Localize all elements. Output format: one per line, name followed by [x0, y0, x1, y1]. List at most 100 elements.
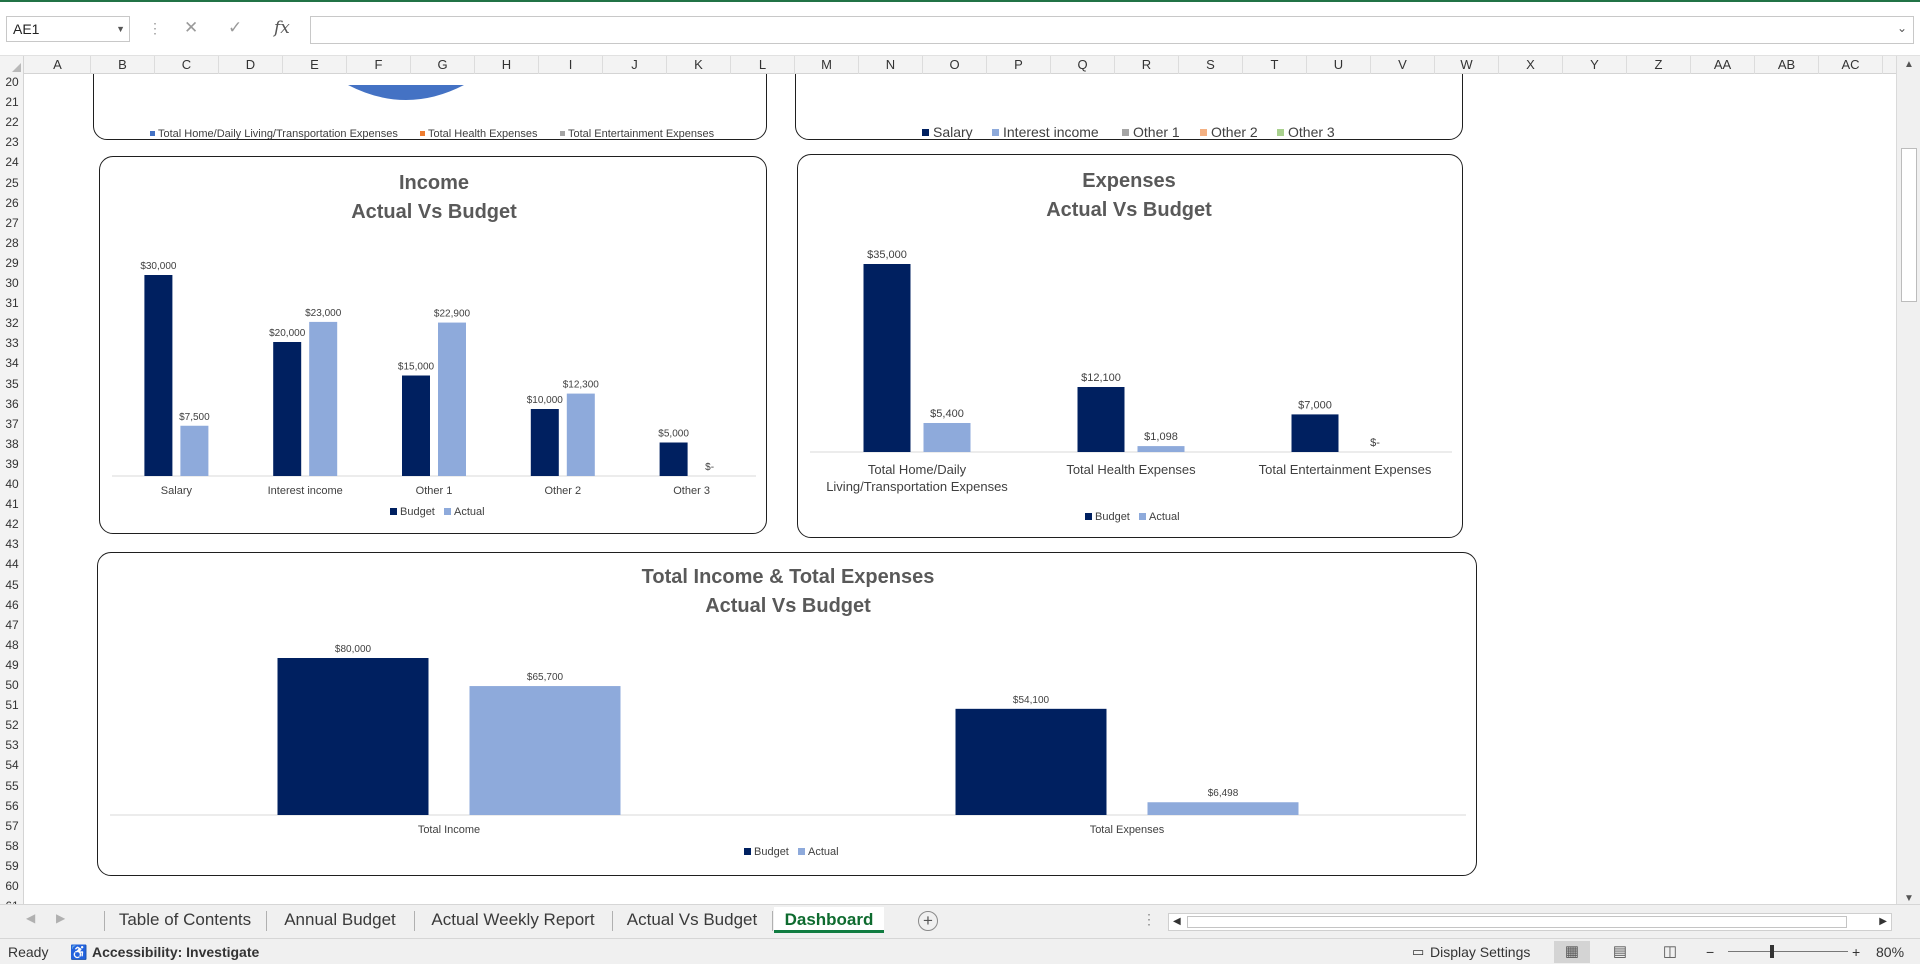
column-header-aa[interactable]: AA: [1691, 56, 1755, 74]
row-header-28[interactable]: 28: [0, 233, 23, 253]
tab-table-of-contents[interactable]: Table of Contents: [108, 907, 262, 933]
column-header-ac[interactable]: AC: [1819, 56, 1883, 74]
normal-view-icon[interactable]: ▦: [1554, 941, 1590, 963]
column-header-i[interactable]: I: [539, 56, 603, 74]
column-header-j[interactable]: J: [603, 56, 667, 74]
horizontal-scroll-thumb[interactable]: [1187, 916, 1847, 928]
column-header-l[interactable]: L: [731, 56, 795, 74]
column-header-w[interactable]: W: [1435, 56, 1499, 74]
more-options-icon[interactable]: ⋮: [148, 20, 162, 37]
scroll-left-icon[interactable]: ◀: [1173, 914, 1181, 930]
display-settings-icon[interactable]: ▭: [1412, 943, 1424, 961]
column-header-m[interactable]: M: [795, 56, 859, 74]
row-header-22[interactable]: 22: [0, 112, 23, 132]
column-header-y[interactable]: Y: [1563, 56, 1627, 74]
chevron-down-icon[interactable]: ▼: [116, 17, 125, 41]
row-header-60[interactable]: 60: [0, 876, 23, 896]
column-header-s[interactable]: S: [1179, 56, 1243, 74]
row-header-48[interactable]: 48: [0, 635, 23, 655]
expense-pie-chart[interactable]: Total Home/Daily Living/Transportation E…: [93, 74, 767, 140]
select-all-button[interactable]: [0, 56, 24, 74]
expand-formula-bar-icon[interactable]: ⌄: [1897, 21, 1907, 35]
column-header-e[interactable]: E: [283, 56, 347, 74]
row-header-41[interactable]: 41: [0, 494, 23, 514]
row-header-27[interactable]: 27: [0, 213, 23, 233]
row-header-51[interactable]: 51: [0, 695, 23, 715]
row-header-25[interactable]: 25: [0, 173, 23, 193]
row-header-53[interactable]: 53: [0, 735, 23, 755]
tab-dashboard[interactable]: Dashboard: [774, 907, 884, 933]
column-header-x[interactable]: X: [1499, 56, 1563, 74]
row-header-29[interactable]: 29: [0, 253, 23, 273]
row-header-38[interactable]: 38: [0, 434, 23, 454]
row-header-40[interactable]: 40: [0, 474, 23, 494]
row-header-56[interactable]: 56: [0, 796, 23, 816]
row-header-49[interactable]: 49: [0, 655, 23, 675]
row-header-42[interactable]: 42: [0, 514, 23, 534]
insert-function-icon[interactable]: fx: [274, 18, 290, 38]
row-header-59[interactable]: 59: [0, 856, 23, 876]
tab-annual-budget[interactable]: Annual Budget: [270, 907, 410, 933]
accessibility-status[interactable]: Accessibility: Investigate: [92, 943, 259, 961]
row-header-46[interactable]: 46: [0, 595, 23, 615]
zoom-in-icon[interactable]: +: [1852, 943, 1860, 961]
add-sheet-icon[interactable]: +: [918, 911, 938, 931]
zoom-out-icon[interactable]: −: [1706, 943, 1714, 961]
column-header-r[interactable]: R: [1115, 56, 1179, 74]
column-header-v[interactable]: V: [1371, 56, 1435, 74]
row-header-57[interactable]: 57: [0, 816, 23, 836]
tab-splitter-icon[interactable]: ⋮: [1142, 911, 1156, 928]
row-header-52[interactable]: 52: [0, 715, 23, 735]
zoom-level[interactable]: 80%: [1876, 943, 1904, 961]
row-header-61[interactable]: 61: [0, 896, 23, 904]
scroll-right-icon[interactable]: ▶: [1879, 914, 1887, 930]
column-header-o[interactable]: O: [923, 56, 987, 74]
scroll-tabs-right-icon[interactable]: ▶: [56, 911, 65, 925]
row-header-34[interactable]: 34: [0, 353, 23, 373]
column-header-u[interactable]: U: [1307, 56, 1371, 74]
row-header-26[interactable]: 26: [0, 193, 23, 213]
income-pie-chart[interactable]: Salary Interest income Other 1 Other 2 Other…: [795, 74, 1463, 140]
row-header-32[interactable]: 32: [0, 313, 23, 333]
column-header-d[interactable]: D: [219, 56, 283, 74]
row-header-33[interactable]: 33: [0, 333, 23, 353]
page-layout-view-icon[interactable]: ▤: [1602, 941, 1638, 963]
column-header-h[interactable]: H: [475, 56, 539, 74]
enter-icon[interactable]: ✓: [228, 18, 242, 38]
column-header-b[interactable]: B: [91, 56, 155, 74]
row-header-31[interactable]: 31: [0, 293, 23, 313]
row-header-37[interactable]: 37: [0, 414, 23, 434]
zoom-slider[interactable]: [1728, 951, 1848, 952]
display-settings-button[interactable]: Display Settings: [1430, 943, 1530, 961]
horizontal-scrollbar[interactable]: ◀ ▶: [1168, 913, 1892, 931]
row-header-35[interactable]: 35: [0, 374, 23, 394]
scroll-up-icon[interactable]: ▲: [1901, 58, 1917, 72]
column-header-q[interactable]: Q: [1051, 56, 1115, 74]
column-header-c[interactable]: C: [155, 56, 219, 74]
column-header-a[interactable]: A: [25, 56, 91, 74]
cancel-icon[interactable]: ✕: [184, 18, 198, 38]
row-header-39[interactable]: 39: [0, 454, 23, 474]
row-header-45[interactable]: 45: [0, 575, 23, 595]
row-header-55[interactable]: 55: [0, 776, 23, 796]
tab-actual-weekly-report[interactable]: Actual Weekly Report: [418, 907, 608, 933]
row-header-24[interactable]: 24: [0, 152, 23, 172]
vertical-scrollbar[interactable]: ▲ ▼: [1896, 56, 1920, 908]
accessibility-icon[interactable]: ♿: [70, 943, 87, 961]
page-break-preview-icon[interactable]: ◫: [1652, 941, 1688, 963]
row-header-20[interactable]: 20: [0, 74, 23, 92]
vertical-scroll-thumb[interactable]: [1901, 148, 1917, 302]
name-box[interactable]: AE1 ▼: [6, 16, 130, 42]
row-header-58[interactable]: 58: [0, 836, 23, 856]
column-header-t[interactable]: T: [1243, 56, 1307, 74]
row-header-21[interactable]: 21: [0, 92, 23, 112]
column-header-z[interactable]: Z: [1627, 56, 1691, 74]
column-header-n[interactable]: N: [859, 56, 923, 74]
expenses-chart[interactable]: Expenses Actual Vs Budget $35,000 $5,400 Tot…: [797, 154, 1463, 538]
row-header-30[interactable]: 30: [0, 273, 23, 293]
row-header-44[interactable]: 44: [0, 554, 23, 574]
zoom-slider-thumb[interactable]: [1770, 945, 1774, 958]
row-header-47[interactable]: 47: [0, 615, 23, 635]
row-header-36[interactable]: 36: [0, 394, 23, 414]
column-header-ab[interactable]: AB: [1755, 56, 1819, 74]
